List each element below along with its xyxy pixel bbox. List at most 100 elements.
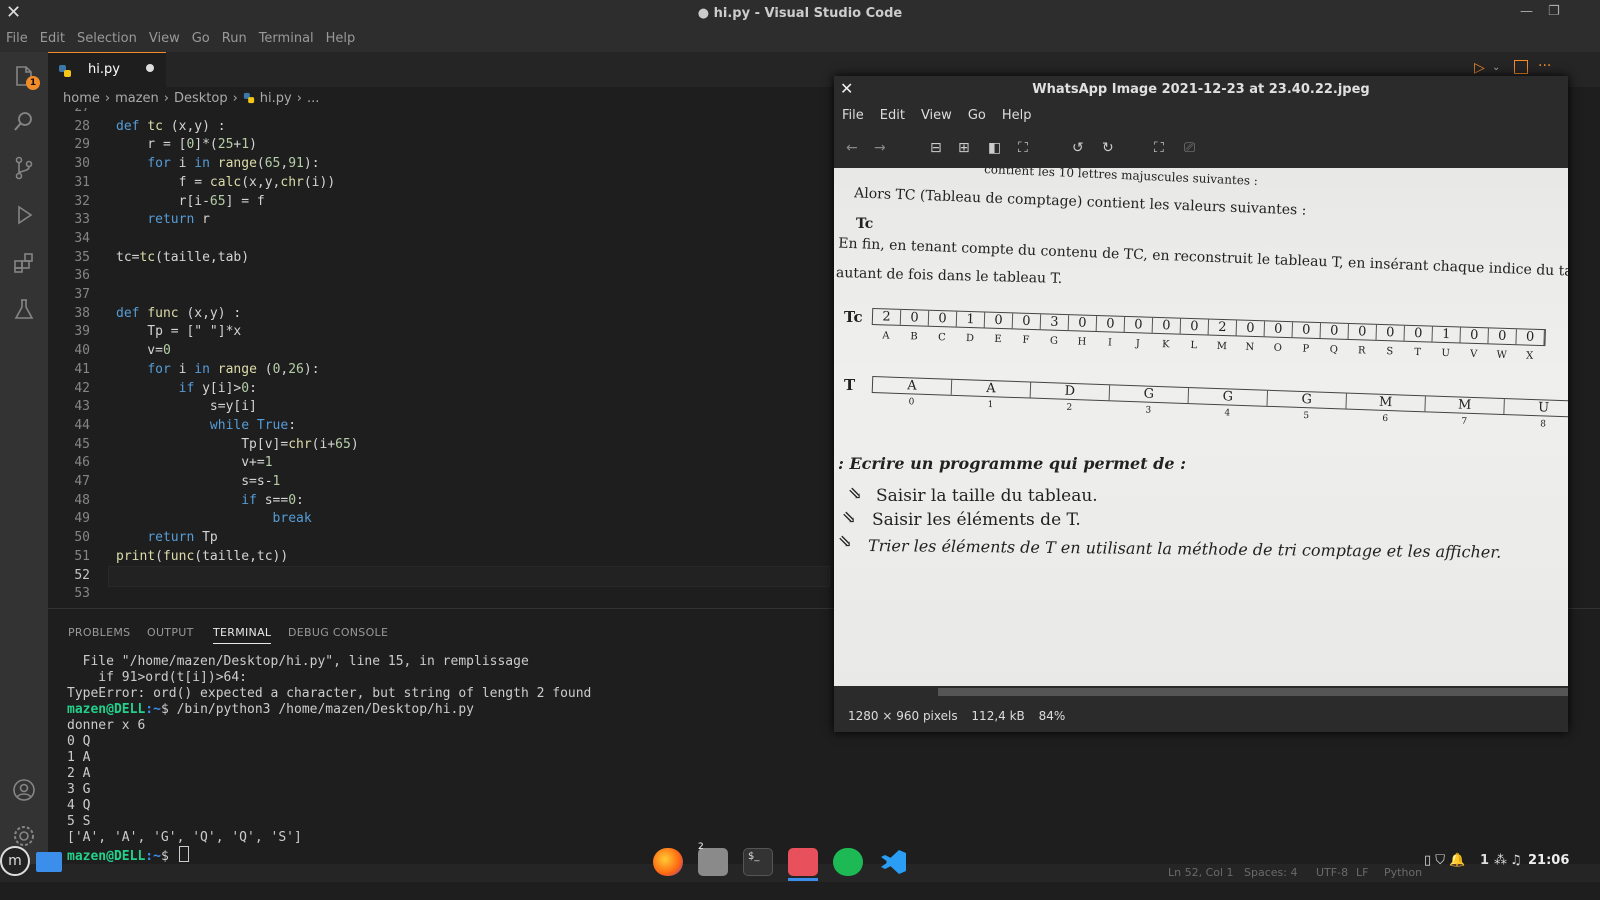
viewer-menu-file[interactable]: File [834, 106, 872, 128]
rotate-left-icon[interactable]: ↺ [1072, 140, 1084, 156]
tab-hi-py[interactable]: hi.py [48, 52, 166, 87]
chevron-right-icon: › [296, 90, 302, 106]
restore-icon[interactable]: ❐ [1548, 4, 1560, 19]
menu-run[interactable]: Run [216, 28, 253, 52]
menu-help[interactable]: Help [320, 28, 362, 52]
search-icon[interactable] [12, 110, 36, 134]
breadcrumb: home › mazen › Desktop › hi.py › ... [63, 88, 319, 108]
unsaved-dot-icon[interactable] [146, 64, 154, 72]
menu-edit[interactable]: Edit [34, 28, 71, 52]
fullscreen-icon[interactable]: ⛶ [1154, 140, 1164, 156]
menu-terminal[interactable]: Terminal [253, 28, 320, 52]
terminal-line: TypeError: ord() expected a character, b… [67, 686, 592, 701]
photo-tc-cell: 0 [1096, 316, 1126, 332]
spotify-icon[interactable] [833, 848, 863, 876]
photo-tc-cell: 0 [1404, 325, 1433, 342]
viewer-menu-help[interactable]: Help [994, 106, 1040, 128]
status-eol[interactable]: LF [1356, 866, 1368, 879]
horizontal-scrollbar[interactable] [938, 688, 1568, 696]
breadcrumb-symbol[interactable]: ... [307, 91, 319, 106]
zoom-in-icon[interactable]: ⊞ [958, 140, 970, 156]
tab-problems[interactable]: PROBLEMS [68, 626, 130, 639]
zoom-out-icon[interactable]: ⊟ [930, 140, 942, 156]
tray-icons[interactable]: ▯ ⛉ 🔔 [1424, 853, 1465, 868]
clock[interactable]: 21:06 [1528, 853, 1569, 868]
line-number: 30 [74, 156, 90, 172]
slideshow-icon[interactable]: ⎚ [1184, 140, 1195, 156]
photo-tc-letter: R [1357, 345, 1366, 357]
photo-tc-letter: T [1414, 347, 1422, 359]
breadcrumb-desktop[interactable]: Desktop [174, 91, 228, 106]
viewer-menu-go[interactable]: Go [960, 106, 994, 128]
menu-file[interactable]: File [0, 28, 34, 52]
line-number: 40 [74, 343, 90, 359]
breadcrumb-file[interactable]: hi.py [260, 91, 292, 106]
menu-view[interactable]: View [143, 28, 186, 52]
run-dropdown-chevron-icon[interactable]: ⌄ [1492, 62, 1500, 73]
code-line: if s==0: [241, 492, 304, 508]
code-line: return Tp [147, 530, 218, 546]
photo-tc-letter: G [1049, 335, 1059, 347]
line-number: 34 [74, 230, 90, 246]
files-icon[interactable]: 2 [698, 842, 728, 876]
breadcrumb-home[interactable]: home [63, 91, 100, 106]
menu-go[interactable]: Go [186, 28, 216, 52]
tab-terminal[interactable]: TERMINAL [213, 626, 272, 644]
more-actions-icon[interactable]: ··· [1538, 58, 1551, 74]
line-number: 45 [74, 436, 90, 452]
mint-menu-icon[interactable]: m [0, 846, 30, 876]
line-number: 41 [74, 361, 90, 377]
split-editor-icon[interactable] [1514, 60, 1528, 74]
photo-t-index: 8 [1540, 419, 1547, 430]
photo-tc-letter: L [1190, 340, 1198, 352]
run-debug-icon[interactable] [12, 204, 36, 228]
chevron-right-icon: › [232, 90, 238, 106]
photo-t-cell: A [872, 377, 953, 395]
forward-arrow-icon[interactable]: → [874, 140, 886, 156]
tab-debug-console[interactable]: DEBUG CONSOLE [288, 626, 388, 639]
vscode-app-icon[interactable] [878, 848, 908, 876]
network-icon[interactable]: ⁂ [1494, 853, 1507, 868]
viewer-menu-view[interactable]: View [913, 106, 960, 128]
normal-size-icon[interactable]: ◧ [988, 140, 1001, 156]
show-desktop-icon[interactable] [36, 852, 62, 872]
extensions-icon[interactable] [12, 252, 36, 276]
code-line: s=y[i] [116, 399, 257, 415]
viewer-menu-edit[interactable]: Edit [872, 106, 913, 128]
photo-display[interactable]: contient les 10 lettres majuscules suiva… [834, 168, 1568, 686]
firefox-icon[interactable] [653, 848, 683, 876]
prompt-user: mazen@DELL [67, 702, 146, 717]
account-icon[interactable] [12, 778, 36, 802]
terminal-output: 2 A [67, 766, 91, 781]
settings-gear-icon[interactable] [12, 824, 36, 848]
viewer-statusbar: 1280 × 960 pixels 112,4 kB 84% [848, 709, 1075, 723]
status-encoding[interactable]: UTF-8 [1316, 866, 1348, 879]
terminal-output: donner x 6 [67, 718, 146, 733]
menu-selection[interactable]: Selection [71, 28, 143, 52]
rotate-right-icon[interactable]: ↻ [1102, 140, 1114, 156]
testing-flask-icon[interactable] [12, 298, 36, 322]
terminal-app-icon[interactable]: $_ [743, 848, 773, 876]
status-language[interactable]: Python [1384, 866, 1422, 879]
workspace-indicator[interactable]: 1 [1480, 853, 1489, 868]
status-cursor-position[interactable]: Ln 52, Col 1 [1168, 866, 1234, 879]
back-arrow-icon[interactable]: ← [846, 140, 858, 156]
photo-tc-cell: 0 [1124, 316, 1154, 333]
terminal-input-line[interactable]: mazen@DELL:~$ [67, 846, 189, 864]
screenshot-app-icon[interactable] [788, 848, 818, 876]
photo-tc-cell: 0 [1012, 313, 1042, 330]
source-control-icon[interactable] [12, 156, 36, 180]
code-editor[interactable]: 27 28 def tc (x,y) : 29 r = [0]*(25+1) 30 fo… [48, 108, 833, 608]
sound-icon[interactable]: ♫ [1510, 853, 1522, 868]
breadcrumb-mazen[interactable]: mazen [115, 91, 159, 106]
code-line: for i in range(65,91): [147, 156, 320, 172]
best-fit-icon[interactable]: ⛶ [1018, 140, 1028, 156]
minimize-icon[interactable]: — [1520, 4, 1533, 19]
line-number: 50 [74, 530, 90, 546]
status-indentation[interactable]: Spaces: 4 [1244, 866, 1297, 879]
run-file-icon[interactable]: ▷ [1474, 60, 1485, 76]
tab-output[interactable]: OUTPUT [147, 626, 194, 639]
photo-tc-cell: 0 [984, 312, 1014, 329]
chevron-right-icon: › [163, 90, 169, 106]
photo-tc-letter: C [937, 332, 946, 344]
